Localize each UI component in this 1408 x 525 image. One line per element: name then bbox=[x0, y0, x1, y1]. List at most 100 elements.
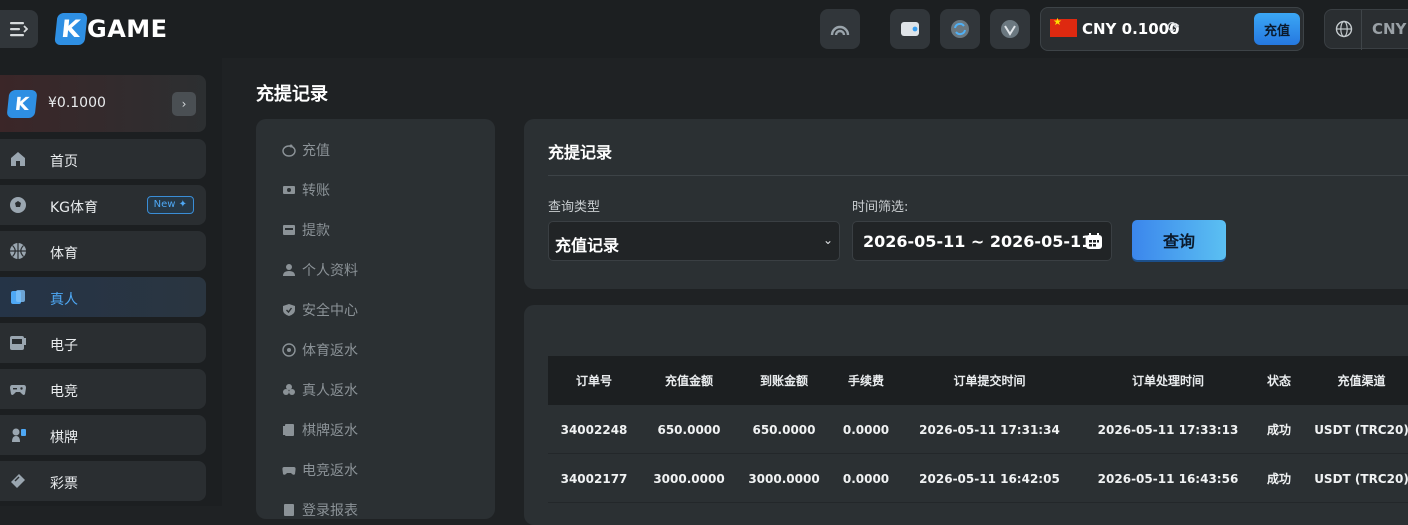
balance-card[interactable]: K ¥0.1000 › bbox=[0, 75, 206, 132]
table-row[interactable]: 34002248 650.0000 650.0000 0.0000 2026-0… bbox=[548, 405, 1408, 454]
chess-icon bbox=[12, 428, 26, 442]
divider bbox=[1361, 10, 1362, 50]
submenu-item-transfer[interactable]: 转账 bbox=[282, 180, 330, 200]
column-header: 充值金额 bbox=[664, 374, 713, 388]
gamepad-icon bbox=[10, 385, 26, 395]
deposit-amount-cell: 3000.0000 bbox=[653, 471, 725, 486]
submenu-item-profile[interactable]: 个人资料 bbox=[282, 260, 358, 280]
submenu-item-label: 转账 bbox=[302, 183, 330, 199]
calendar-icon bbox=[1086, 233, 1102, 249]
transfer-button[interactable] bbox=[940, 9, 980, 49]
sidebar: K ¥0.1000 › 首页 KG体育 New ✦ 体育 真人 电子 电竞 棋牌… bbox=[0, 58, 222, 506]
submenu-item-withdraw[interactable]: 提款 bbox=[282, 220, 330, 240]
sidebar-item-home[interactable]: 首页 bbox=[0, 139, 206, 179]
status-cell: 成功 bbox=[1266, 423, 1291, 437]
submenu-item-esports-rebate[interactable]: 电竞返水 bbox=[282, 460, 358, 480]
submenu-item-chess-rebate[interactable]: 棋牌返水 bbox=[282, 420, 358, 440]
filter-panel: 充提记录 查询类型 时间筛选: 充值记录 ⌄ 2026-05-11 ~ 2026… bbox=[524, 119, 1408, 289]
home-icon bbox=[11, 152, 25, 166]
soccer-ball-icon bbox=[10, 197, 26, 213]
query-type-select[interactable]: 充值记录 ⌄ bbox=[548, 221, 840, 261]
panel-title: 充提记录 bbox=[548, 143, 613, 162]
records-panel: 订单号 充值金额 到账金额 手续费 订单提交时间 订单处理时间 状态 充值渠道 … bbox=[524, 305, 1408, 525]
submenu-item-label: 棋牌返水 bbox=[302, 423, 358, 439]
sidebar-item-esports[interactable]: 电竞 bbox=[0, 369, 206, 409]
report-icon bbox=[284, 504, 294, 516]
kgame-badge-icon: K bbox=[6, 90, 38, 118]
sidebar-item-lottery[interactable]: 彩票 bbox=[0, 461, 206, 501]
top-bar: K GAME CNY 0.1000 ⟳ 充值 bbox=[0, 0, 1408, 58]
sidebar-item-live-casino[interactable]: 真人 bbox=[0, 277, 206, 317]
submenu-item-sports-rebate[interactable]: 体育返水 bbox=[282, 340, 358, 360]
menu-toggle-button[interactable] bbox=[0, 10, 38, 48]
submenu-item-label: 体育返水 bbox=[302, 343, 358, 359]
chevron-down-icon: ⌄ bbox=[822, 233, 833, 247]
column-header: 订单号 bbox=[575, 374, 612, 388]
submit-time-cell: 2026-05-11 16:42:05 bbox=[919, 471, 1060, 486]
cards-icon bbox=[11, 290, 25, 304]
soccer-icon bbox=[282, 343, 296, 357]
vip-button[interactable] bbox=[990, 9, 1030, 49]
table-header-row: 订单号 充值金额 到账金额 手续费 订单提交时间 订单处理时间 状态 充值渠道 bbox=[548, 356, 1408, 405]
slot-machine-icon bbox=[10, 336, 26, 350]
account-submenu: 充值 转账 提款 个人资料 安全中心 体育返水 真人返水 棋牌返水 电竞返水 登… bbox=[256, 119, 495, 519]
new-badge: New ✦ bbox=[146, 196, 194, 214]
submenu-item-label: 提款 bbox=[302, 223, 330, 239]
received-amount-cell: 650.0000 bbox=[752, 422, 816, 437]
order-id-cell: 34002248 bbox=[560, 422, 628, 437]
date-range-value: 2026-05-11 ~ 2026-05-11 bbox=[863, 232, 1093, 251]
column-header: 充值渠道 bbox=[1337, 374, 1386, 388]
language-label: CNY bbox=[1372, 20, 1407, 38]
sidebar-item-label: 棋牌 bbox=[50, 430, 78, 446]
gamepad-icon bbox=[282, 467, 296, 475]
sidebar-item-kg-sports[interactable]: KG体育 New ✦ bbox=[0, 185, 206, 225]
query-type-label: 查询类型 bbox=[548, 200, 601, 215]
submenu-item-label: 登录报表 bbox=[302, 503, 358, 519]
user-icon bbox=[283, 264, 295, 276]
basketball-icon bbox=[10, 243, 26, 259]
kgame-logo[interactable]: K GAME bbox=[54, 13, 168, 45]
fee-cell: 0.0000 bbox=[842, 471, 890, 486]
page-title: 充提记录 bbox=[256, 84, 328, 105]
submenu-item-live-rebate[interactable]: 真人返水 bbox=[282, 380, 358, 400]
sidebar-item-label: KG体育 bbox=[50, 200, 99, 216]
channel-cell: USDT (TRC20) bbox=[1314, 422, 1408, 437]
atm-icon bbox=[283, 225, 295, 235]
wallet-balance: CNY 0.1000 ⟳ 充值 bbox=[1040, 7, 1304, 51]
logo-k: K bbox=[54, 13, 88, 45]
submenu-item-login-report[interactable]: 登录报表 bbox=[282, 500, 358, 520]
date-range-picker[interactable]: 2026-05-11 ~ 2026-05-11 bbox=[852, 221, 1112, 261]
wallet-amount: CNY 0.1000 bbox=[1082, 20, 1180, 38]
sidebar-item-sports[interactable]: 体育 bbox=[0, 231, 206, 271]
refresh-balance-icon[interactable]: ⟳ bbox=[1167, 18, 1180, 36]
globe-icon bbox=[1335, 20, 1353, 38]
received-amount-cell: 3000.0000 bbox=[748, 471, 820, 486]
table-row[interactable]: 34002177 3000.0000 3000.0000 0.0000 2026… bbox=[548, 454, 1408, 503]
submenu-item-security[interactable]: 安全中心 bbox=[282, 300, 358, 320]
refresh-circle-icon bbox=[951, 20, 969, 38]
status-cell: 成功 bbox=[1266, 472, 1291, 486]
records-table: 订单号 充值金额 到账金额 手续费 订单提交时间 订单处理时间 状态 充值渠道 … bbox=[548, 356, 1408, 503]
recharge-button[interactable]: 充值 bbox=[1254, 13, 1300, 45]
signal-icon bbox=[830, 25, 850, 36]
column-header: 订单提交时间 bbox=[953, 374, 1026, 388]
language-selector[interactable]: CNY bbox=[1324, 9, 1408, 50]
card-icon bbox=[283, 424, 294, 436]
sidebar-item-label: 彩票 bbox=[50, 476, 78, 492]
submenu-item-label: 安全中心 bbox=[302, 303, 358, 319]
chevron-right-icon[interactable]: › bbox=[172, 92, 196, 116]
wallet-button[interactable] bbox=[890, 9, 930, 49]
speed-button[interactable] bbox=[820, 9, 860, 49]
logo-text: GAME bbox=[87, 15, 168, 43]
channel-cell: USDT (TRC20) bbox=[1314, 471, 1408, 486]
sidebar-item-chess[interactable]: 棋牌 bbox=[0, 415, 206, 455]
sidebar-item-slots[interactable]: 电子 bbox=[0, 323, 206, 363]
order-id-cell: 34002177 bbox=[560, 471, 628, 486]
submenu-item-deposit[interactable]: 充值 bbox=[282, 140, 330, 160]
sidebar-item-label: 真人 bbox=[50, 292, 78, 308]
submenu-item-label: 真人返水 bbox=[302, 383, 358, 399]
query-button[interactable]: 查询 bbox=[1132, 220, 1226, 260]
submenu-item-label: 个人资料 bbox=[302, 263, 358, 279]
sidebar-item-label: 电竞 bbox=[50, 384, 78, 400]
china-flag-icon bbox=[1050, 17, 1077, 37]
